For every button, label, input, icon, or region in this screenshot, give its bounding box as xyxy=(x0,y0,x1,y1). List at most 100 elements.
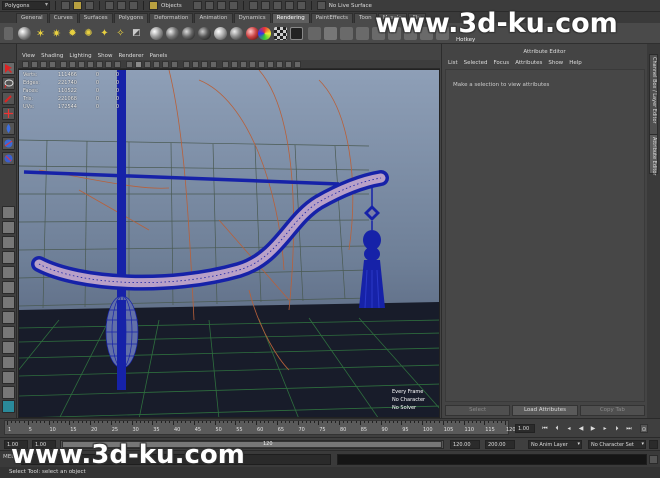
anim-layer-dropdown[interactable]: No Anim Layer xyxy=(528,440,582,449)
layout-graph-icon[interactable] xyxy=(2,296,15,309)
step-forward-key-icon[interactable]: ▸ xyxy=(601,424,609,433)
attribute-editor-menu-list[interactable]: List xyxy=(448,59,458,67)
live-surface-icon[interactable] xyxy=(316,1,326,10)
snap-grid-icon[interactable] xyxy=(192,1,202,10)
shelf-tab-rendering[interactable]: Rendering xyxy=(271,13,310,23)
lasso-tool-icon[interactable] xyxy=(2,77,15,90)
preferences-icon[interactable] xyxy=(649,440,658,449)
xray-icon[interactable] xyxy=(192,61,199,68)
shelf-tab-surfaces[interactable]: Surfaces xyxy=(78,13,113,23)
camera-attributes-icon[interactable] xyxy=(31,61,38,68)
safe-title-icon[interactable] xyxy=(114,61,121,68)
go-to-end-icon[interactable]: ⏭ xyxy=(625,424,633,433)
paint-tool-icon[interactable] xyxy=(2,400,15,413)
attribute-editor-menu-help[interactable]: Help xyxy=(569,59,582,67)
layout-custom-icon[interactable] xyxy=(2,326,15,339)
attribute-editor-menu-selected[interactable]: Selected xyxy=(464,59,488,67)
objects-icon[interactable] xyxy=(149,1,158,10)
shelf-tab-animation[interactable]: Animation xyxy=(194,13,233,23)
layout-four-icon[interactable] xyxy=(2,221,15,234)
move-tool-icon[interactable] xyxy=(2,107,15,120)
viewport-option-icon[interactable] xyxy=(267,61,274,68)
render-icon[interactable] xyxy=(272,1,282,10)
layout-custom-icon[interactable] xyxy=(2,341,15,354)
viewport-option-icon[interactable] xyxy=(276,61,283,68)
select-button[interactable]: Select xyxy=(445,405,511,416)
copy-tab-button[interactable]: Copy Tab xyxy=(579,405,645,416)
step-back-key-icon[interactable]: ◂ xyxy=(565,424,573,433)
snap-point-icon[interactable] xyxy=(216,1,226,10)
render-view-shelf-icon[interactable] xyxy=(324,27,337,40)
select-component-icon[interactable] xyxy=(129,1,138,10)
snap-curve-icon[interactable] xyxy=(204,1,214,10)
shelf-tab-curves[interactable]: Curves xyxy=(48,13,78,23)
viewport-option-icon[interactable] xyxy=(249,61,256,68)
script-editor-icon[interactable] xyxy=(649,455,658,464)
directional-light-icon[interactable]: ✷ xyxy=(50,27,63,40)
shelf-tab-dynamics[interactable]: Dynamics xyxy=(233,13,271,23)
layout-two-icon[interactable] xyxy=(2,236,15,249)
wireframe-icon[interactable] xyxy=(126,61,133,68)
select-camera-icon[interactable] xyxy=(22,61,29,68)
step-forward-icon[interactable]: ⏵ xyxy=(613,424,621,433)
attribute-editor-menu-focus[interactable]: Focus xyxy=(493,59,509,67)
tab-attribute-editor[interactable]: Attribute Editor xyxy=(649,134,658,175)
shader-sphere-icon[interactable] xyxy=(214,27,227,40)
high-quality-icon[interactable] xyxy=(183,61,190,68)
save-scene-icon[interactable] xyxy=(85,1,94,10)
viewport-menu-show[interactable]: Show xyxy=(98,52,113,60)
point-light-icon[interactable]: ✹ xyxy=(66,27,79,40)
shelf-tab-deformation[interactable]: Deformation xyxy=(149,13,194,23)
perspective-viewport[interactable]: Verts: 111466 0 0 Edges: 221740 0 0 Faces: 110522… xyxy=(18,69,440,418)
layout-custom-icon[interactable] xyxy=(2,356,15,369)
tab-channel-box[interactable]: Channel Box / Layer Editor xyxy=(649,54,658,144)
playback-end-field[interactable]: 120.00 xyxy=(450,440,480,449)
viewport-option-icon[interactable] xyxy=(294,61,301,68)
menu-set-dropdown[interactable]: Polygons xyxy=(2,1,50,10)
layout-dope-icon[interactable] xyxy=(2,311,15,324)
ipr-render-icon[interactable] xyxy=(284,1,294,10)
layered-shader-icon[interactable] xyxy=(258,27,271,40)
shader-sphere-icon[interactable] xyxy=(198,27,211,40)
render-current-icon[interactable] xyxy=(340,27,353,40)
viewport-menu-renderer[interactable]: Renderer xyxy=(118,52,143,60)
safe-action-icon[interactable] xyxy=(105,61,112,68)
paint-select-tool-icon[interactable] xyxy=(2,92,15,105)
backface-icon[interactable] xyxy=(210,61,217,68)
step-back-icon[interactable]: ⏴ xyxy=(553,424,561,433)
new-scene-icon[interactable] xyxy=(61,1,70,10)
attribute-editor-menu-show[interactable]: Show xyxy=(548,59,563,67)
play-forwards-icon[interactable]: ▶ xyxy=(589,424,597,433)
shelf-tab-polygons[interactable]: Polygons xyxy=(113,13,149,23)
volume-light-icon[interactable]: ✧ xyxy=(114,27,127,40)
checker-texture-icon[interactable] xyxy=(274,27,287,40)
viewport-menu-panels[interactable]: Panels xyxy=(150,52,168,60)
isolate-select-icon[interactable] xyxy=(222,61,229,68)
select-tool-icon[interactable] xyxy=(2,62,15,75)
viewport-option-icon[interactable] xyxy=(231,61,238,68)
show-manipulator-icon[interactable] xyxy=(2,152,15,165)
viewport-option-icon[interactable] xyxy=(258,61,265,68)
viewport-menu-shading[interactable]: Shading xyxy=(41,52,63,60)
shader-sphere-icon[interactable] xyxy=(182,27,195,40)
shelf-tab-painteffects[interactable]: PaintEffects xyxy=(310,13,354,23)
textured-icon[interactable] xyxy=(153,61,160,68)
render-layer-icon[interactable] xyxy=(290,27,303,40)
go-to-start-icon[interactable]: ⏮ xyxy=(541,424,549,433)
shader-sphere-icon[interactable] xyxy=(230,27,243,40)
layout-custom-icon[interactable] xyxy=(2,371,15,384)
current-frame-field[interactable]: 1.00 xyxy=(515,424,535,433)
wireframe-on-shaded-icon[interactable] xyxy=(144,61,151,68)
blinn-material-icon[interactable] xyxy=(18,27,31,40)
bookmark-icon[interactable] xyxy=(40,61,47,68)
load-attributes-button[interactable]: Load Attributes xyxy=(512,405,578,416)
auto-key-icon[interactable]: ⊙ xyxy=(640,424,648,433)
layout-persp-graph-icon[interactable] xyxy=(2,251,15,264)
animation-end-field[interactable]: 200.00 xyxy=(485,440,515,449)
gate-mask-icon[interactable] xyxy=(87,61,94,68)
resolution-gate-icon[interactable] xyxy=(78,61,85,68)
viewport-option-icon[interactable] xyxy=(240,61,247,68)
character-set-dropdown[interactable]: No Character Set xyxy=(588,440,646,449)
spot-light-icon[interactable]: ✺ xyxy=(82,27,95,40)
select-hierarchy-icon[interactable] xyxy=(105,1,114,10)
